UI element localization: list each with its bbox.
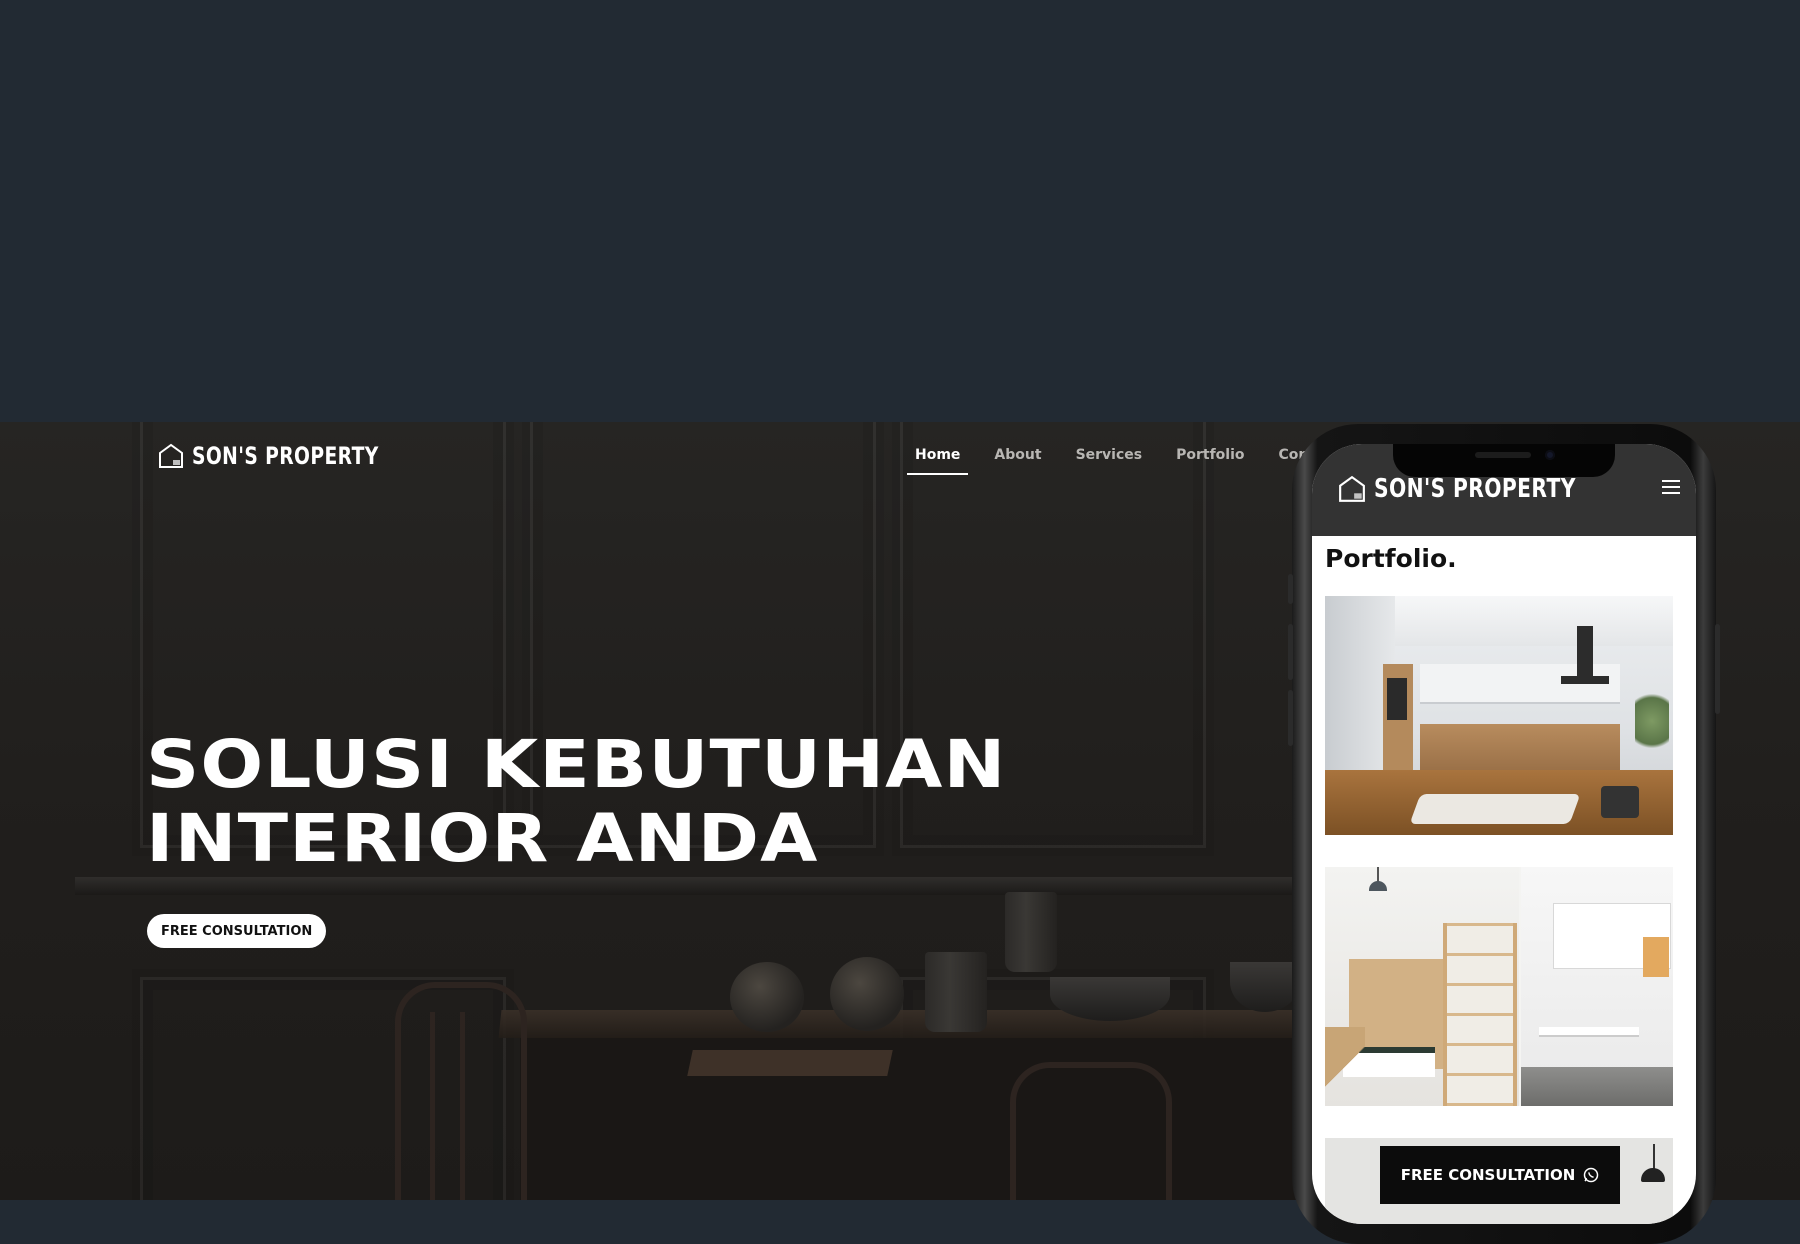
chair-rail	[75, 877, 1375, 895]
nav-item-services[interactable]: Services	[1068, 441, 1151, 475]
hero-headline: SOLUSI KEBUTUHAN INTERIOR ANDA	[146, 728, 1006, 876]
melon	[730, 962, 804, 1032]
chair	[1010, 1062, 1172, 1200]
table-shadow	[520, 1038, 1300, 1200]
phone-notch	[1393, 444, 1615, 477]
house-logo-icon	[158, 443, 184, 469]
cutting-board	[687, 1050, 893, 1076]
mobile-cta-label: FREE CONSULTATION	[1400, 1166, 1576, 1184]
nav-item-about[interactable]: About	[986, 441, 1049, 475]
mobile-brand[interactable]: SON'S PROPERTY	[1338, 474, 1633, 504]
mobile-free-consultation-button[interactable]: FREE CONSULTATION	[1380, 1146, 1620, 1204]
kitchen-photo[interactable]	[1325, 596, 1673, 835]
main-nav: Home About Services Portfolio Contact	[907, 441, 1348, 475]
melon	[830, 957, 904, 1031]
phone-side-button	[1288, 624, 1293, 680]
brand-name: SON'S PROPERTY	[1374, 474, 1576, 504]
house-logo-icon	[1338, 475, 1366, 503]
phone-side-button	[1288, 690, 1293, 746]
headline-line-1: SOLUSI KEBUTUHAN	[146, 726, 1007, 803]
phone-side-button	[1288, 574, 1293, 604]
portfolio-title: Portfolio.	[1325, 544, 1457, 573]
phone-screen: SON'S PROPERTY Portfolio. FREE CONSULTAT…	[1312, 444, 1696, 1224]
phone-mockup: SON'S PROPERTY Portfolio. FREE CONSULTAT…	[1288, 424, 1720, 1244]
free-consultation-button[interactable]: FREE CONSULTATION	[147, 914, 327, 948]
nav-item-home[interactable]: Home	[907, 441, 969, 475]
desktop-brand[interactable]: SON'S PROPERTY	[158, 442, 431, 470]
hamburger-menu-icon[interactable]	[1662, 480, 1680, 494]
bowl	[1230, 962, 1300, 1012]
bedroom-photo[interactable]	[1325, 867, 1673, 1106]
phone-camera	[1545, 450, 1555, 460]
chair-spindle	[460, 1012, 465, 1200]
nav-item-portfolio[interactable]: Portfolio	[1168, 441, 1252, 475]
chair-spindle	[430, 1012, 435, 1200]
whatsapp-icon	[1583, 1167, 1599, 1183]
brand-name: SON'S PROPERTY	[192, 442, 379, 470]
headline-line-2: INTERIOR ANDA	[146, 800, 819, 877]
phone-side-button	[1715, 624, 1720, 714]
dining-table	[498, 1010, 1322, 1038]
phone-speaker	[1475, 452, 1531, 458]
cup	[1005, 892, 1057, 972]
cup	[925, 952, 987, 1032]
